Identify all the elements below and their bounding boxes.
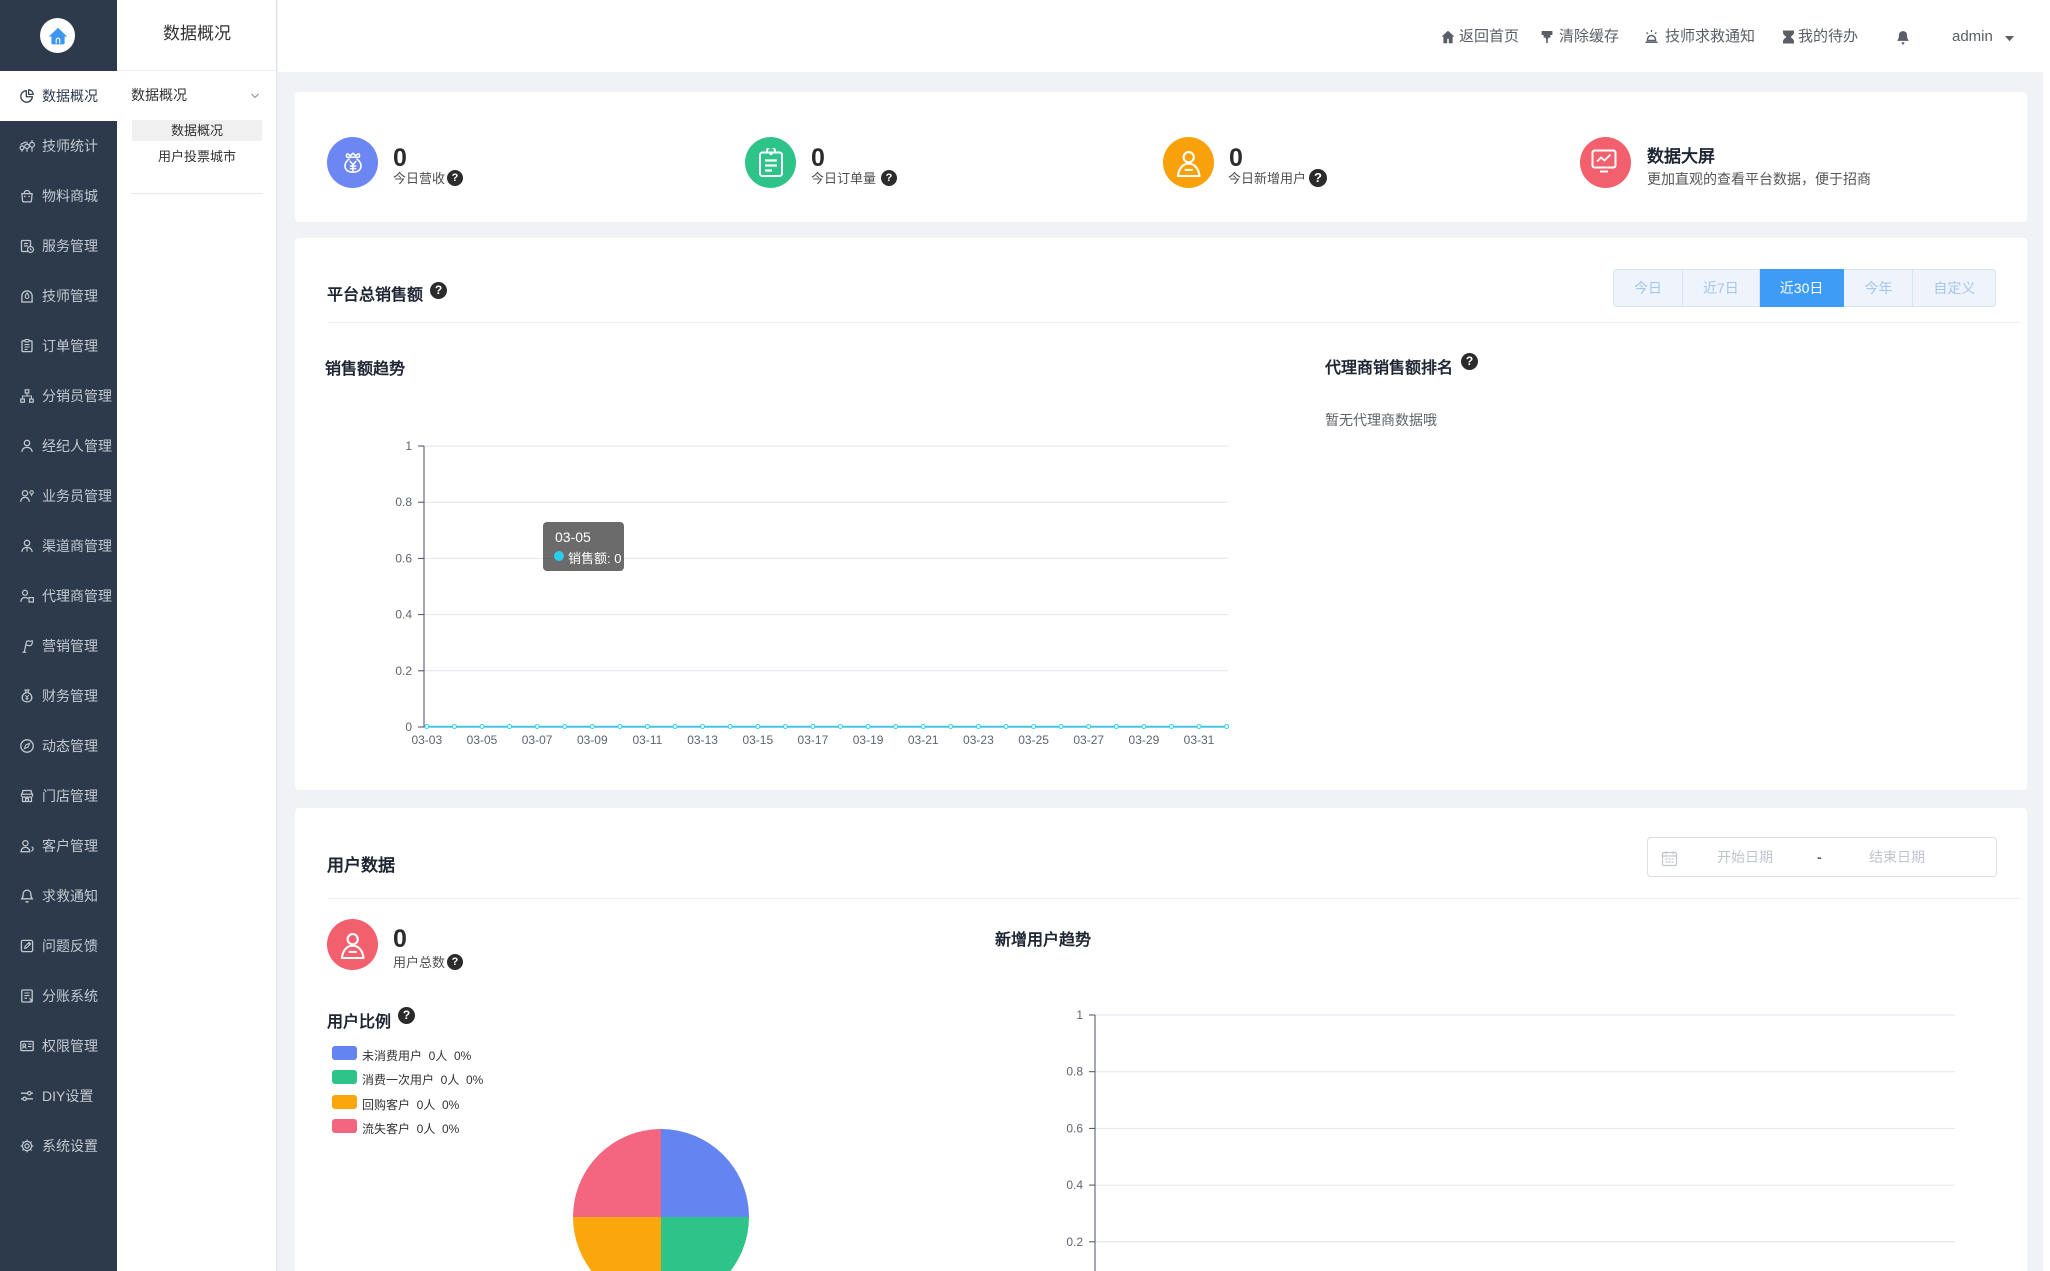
svg-text:03-09: 03-09	[577, 733, 608, 747]
svg-text:03-25: 03-25	[1018, 733, 1049, 747]
svg-text:03-23: 03-23	[963, 733, 994, 747]
svg-text:03-05: 03-05	[467, 733, 498, 747]
svg-text:03-21: 03-21	[908, 733, 939, 747]
svg-text:03-13: 03-13	[687, 733, 718, 747]
svg-text:0.4: 0.4	[1066, 1178, 1083, 1192]
svg-text:0.2: 0.2	[1066, 1235, 1083, 1249]
svg-text:03-27: 03-27	[1073, 733, 1104, 747]
svg-text:0.6: 0.6	[1066, 1121, 1083, 1135]
svg-text:03-17: 03-17	[798, 733, 829, 747]
svg-text:0.8: 0.8	[395, 495, 412, 509]
svg-text:03-15: 03-15	[742, 733, 773, 747]
svg-text:0.8: 0.8	[1066, 1065, 1083, 1079]
svg-text:0: 0	[405, 720, 412, 734]
svg-text:03-03: 03-03	[411, 733, 442, 747]
svg-text:03-31: 03-31	[1184, 733, 1215, 747]
svg-text:0.4: 0.4	[395, 608, 412, 622]
svg-text:1: 1	[405, 439, 412, 453]
svg-text:03-07: 03-07	[522, 733, 553, 747]
svg-text:03-29: 03-29	[1129, 733, 1160, 747]
svg-text:03-11: 03-11	[632, 733, 662, 747]
svg-text:1: 1	[1076, 1008, 1083, 1022]
svg-text:03-19: 03-19	[853, 733, 884, 747]
svg-text:0.2: 0.2	[395, 664, 412, 678]
svg-text:0.6: 0.6	[395, 551, 412, 565]
